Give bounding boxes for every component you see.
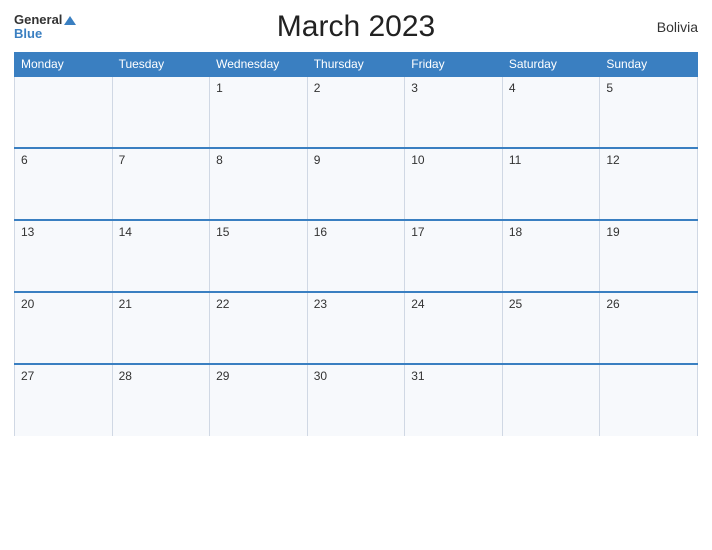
calendar-day-cell: 30 [307,364,405,436]
day-number: 21 [119,297,132,311]
day-number: 25 [509,297,522,311]
calendar-day-cell: 18 [502,220,600,292]
calendar-day-cell: 17 [405,220,503,292]
calendar-day-cell: 2 [307,76,405,148]
calendar-day-cell: 22 [210,292,308,364]
day-number: 23 [314,297,327,311]
calendar-day-cell: 1 [210,76,308,148]
calendar-day-cell: 9 [307,148,405,220]
day-number: 19 [606,225,619,239]
calendar-day-cell: 15 [210,220,308,292]
day-number: 31 [411,369,424,383]
calendar-day-cell: 10 [405,148,503,220]
day-number: 26 [606,297,619,311]
calendar-day-cell [15,76,113,148]
day-number: 15 [216,225,229,239]
calendar-day-cell [600,364,698,436]
calendar-day-cell: 29 [210,364,308,436]
day-number: 6 [21,153,28,167]
calendar-table: Monday Tuesday Wednesday Thursday Friday… [14,52,698,436]
day-number: 14 [119,225,132,239]
header-sunday: Sunday [600,53,698,77]
logo: General Blue [14,13,114,42]
calendar-day-cell: 6 [15,148,113,220]
calendar-page: General Blue March 2023 Bolivia Monday T… [0,0,712,550]
calendar-day-cell: 19 [600,220,698,292]
calendar-day-cell [502,364,600,436]
logo-triangle-icon [64,16,76,25]
day-number: 22 [216,297,229,311]
day-number: 11 [509,153,521,167]
calendar-day-cell: 31 [405,364,503,436]
calendar-day-cell: 5 [600,76,698,148]
country-label: Bolivia [598,19,698,35]
header-monday: Monday [15,53,113,77]
calendar-week-row: 27 28 29 30 31 [15,364,698,436]
calendar-day-cell: 3 [405,76,503,148]
header: General Blue March 2023 Bolivia [14,10,698,44]
day-number: 20 [21,297,34,311]
calendar-day-cell: 12 [600,148,698,220]
calendar-day-cell: 7 [112,148,210,220]
day-number: 2 [314,81,321,95]
calendar-day-cell: 4 [502,76,600,148]
calendar-week-row: 13 14 15 16 17 18 19 [15,220,698,292]
day-number: 16 [314,225,327,239]
day-number: 27 [21,369,34,383]
day-number: 7 [119,153,126,167]
day-number: 5 [606,81,613,95]
day-number: 4 [509,81,516,95]
weekday-header-row: Monday Tuesday Wednesday Thursday Friday… [15,53,698,77]
calendar-day-cell: 11 [502,148,600,220]
day-number: 17 [411,225,424,239]
calendar-day-cell: 8 [210,148,308,220]
calendar-day-cell [112,76,210,148]
day-number: 1 [216,81,223,95]
day-number: 12 [606,153,619,167]
calendar-day-cell: 14 [112,220,210,292]
calendar-day-cell: 24 [405,292,503,364]
header-tuesday: Tuesday [112,53,210,77]
day-number: 10 [411,153,424,167]
calendar-day-cell: 28 [112,364,210,436]
calendar-week-row: 20 21 22 23 24 25 26 [15,292,698,364]
calendar-week-row: 1 2 3 4 5 [15,76,698,148]
day-number: 18 [509,225,522,239]
calendar-week-row: 6 7 8 9 10 11 12 [15,148,698,220]
calendar-day-cell: 27 [15,364,113,436]
calendar-day-cell: 23 [307,292,405,364]
calendar-day-cell: 13 [15,220,113,292]
calendar-day-cell: 21 [112,292,210,364]
day-number: 29 [216,369,229,383]
day-number: 8 [216,153,223,167]
day-number: 9 [314,153,321,167]
header-saturday: Saturday [502,53,600,77]
logo-blue-text: Blue [14,27,42,41]
calendar-day-cell: 26 [600,292,698,364]
logo-general-text: General [14,13,76,27]
day-number: 3 [411,81,418,95]
calendar-title: March 2023 [114,10,598,44]
calendar-day-cell: 16 [307,220,405,292]
day-number: 30 [314,369,327,383]
header-wednesday: Wednesday [210,53,308,77]
header-thursday: Thursday [307,53,405,77]
header-friday: Friday [405,53,503,77]
calendar-day-cell: 25 [502,292,600,364]
day-number: 28 [119,369,132,383]
day-number: 24 [411,297,424,311]
day-number: 13 [21,225,34,239]
calendar-day-cell: 20 [15,292,113,364]
